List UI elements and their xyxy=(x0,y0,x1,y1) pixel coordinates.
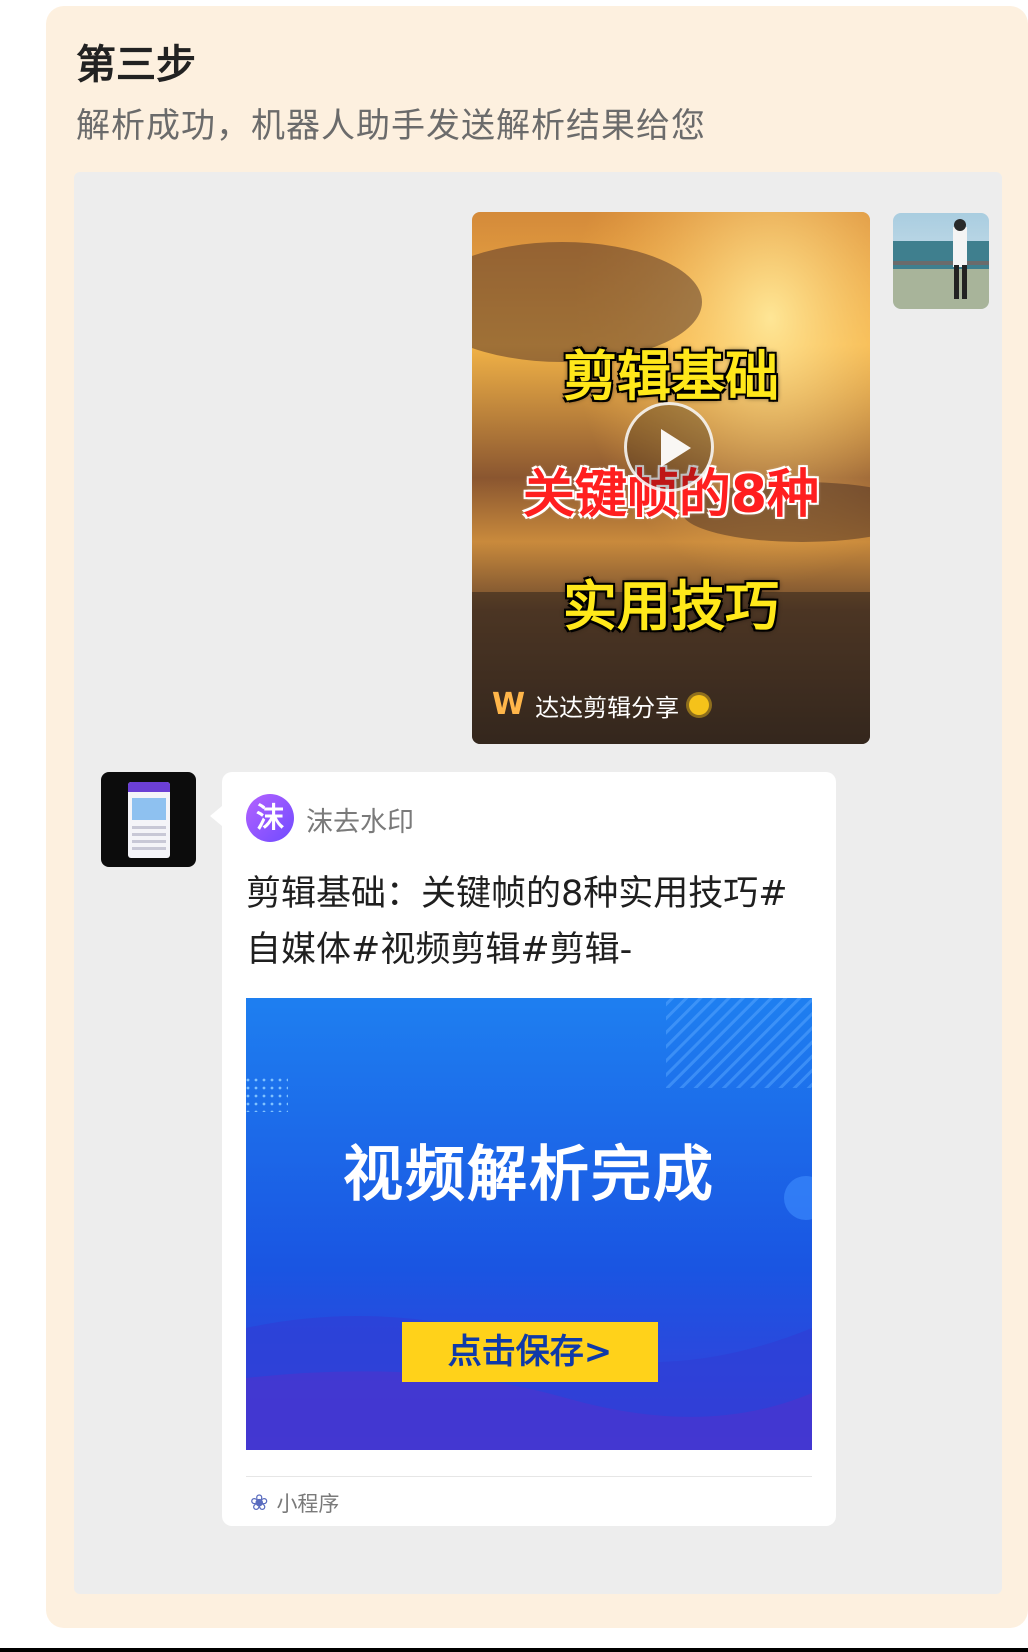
video-message[interactable]: 剪辑基础 关键帧的8种 实用技巧 W 达达剪辑分享 xyxy=(472,212,870,744)
mini-program-name: 沫去水印 xyxy=(306,807,414,838)
banner-headline: 视频解析完成 xyxy=(343,1140,715,1210)
link-icon: ❀ xyxy=(250,1490,269,1516)
bot-avatar[interactable] xyxy=(101,772,196,867)
bottom-border xyxy=(0,1648,1028,1652)
bubble-tail xyxy=(210,806,222,826)
user-avatar[interactable] xyxy=(893,213,989,309)
video-caption-line-1: 剪辑基础 xyxy=(563,345,779,408)
divider xyxy=(246,1476,812,1477)
mini-program-label: 小程序 xyxy=(276,1492,340,1516)
mini-program-banner[interactable]: 视频解析完成 点击保存> xyxy=(246,998,812,1450)
mini-program-footer: ❀ 小程序 xyxy=(250,1488,339,1518)
verified-badge-icon xyxy=(689,695,710,715)
save-button[interactable]: 点击保存> xyxy=(402,1322,658,1382)
avatar-photo xyxy=(893,213,989,309)
banner-background xyxy=(246,998,812,1450)
video-caption-line-3: 实用技巧 xyxy=(563,575,779,638)
step-title: 第三步 xyxy=(76,42,196,88)
mini-program-logo-icon: 沫 xyxy=(246,794,294,842)
author-name: 达达剪辑分享 xyxy=(535,693,680,722)
step-description: 解析成功，机器人助手发送解析结果给您 xyxy=(76,106,706,146)
phone-screenshot-icon xyxy=(128,782,170,858)
mini-program-title: 剪辑基础：关键帧的8种实用技巧#自媒体#视频剪辑#剪辑- xyxy=(246,874,788,970)
play-icon[interactable] xyxy=(624,402,714,492)
mini-program-card[interactable]: 沫 沫去水印 剪辑基础：关键帧的8种实用技巧#自媒体#视频剪辑#剪辑- 视频解析… xyxy=(222,772,836,1526)
author-logo-icon: W xyxy=(492,687,526,722)
video-author: W 达达剪辑分享 xyxy=(492,687,710,722)
